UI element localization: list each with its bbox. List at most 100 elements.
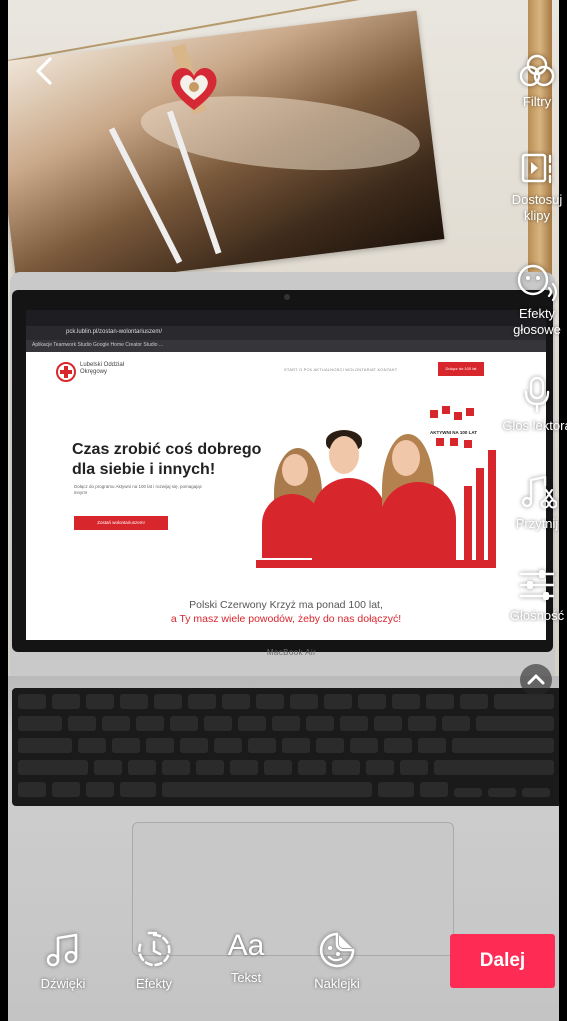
keyboard-key: [434, 760, 554, 775]
pixel-column: [476, 468, 484, 562]
music-note-icon: [46, 933, 78, 967]
microphone-icon: [524, 376, 550, 413]
browser-address-bar: pck.lublin.pl/zostan-wolontariuszem/: [26, 326, 546, 340]
volunteer-shirt: [380, 482, 456, 560]
hero-title: Czas zrobić coś dobrego dla siebie i inn…: [72, 441, 262, 478]
keyboard-key: [18, 716, 62, 731]
keyboard-key: [418, 738, 446, 753]
wooden-pole: [528, 0, 552, 290]
keyboard-key: [378, 782, 414, 797]
browser-url: pck.lublin.pl/zostan-wolontariuszem/: [66, 329, 163, 335]
volunteer-shirt: [312, 478, 386, 560]
keyboard-key: [128, 760, 156, 775]
keyboard-key: [188, 694, 216, 709]
pixel-block: [436, 438, 444, 446]
pixel-block: [454, 412, 462, 420]
trim-button[interactable]: Przytnij: [497, 472, 567, 532]
keyboard-key: [162, 760, 190, 775]
footer-line-2: a Ty masz wiele powodów, żeby do nas doł…: [170, 613, 402, 625]
keyboard-key: [306, 716, 334, 731]
keyboard-key: [146, 738, 174, 753]
keyboard-key: [230, 760, 258, 775]
filters-label: Filtry: [522, 94, 552, 109]
keyboard-key: [112, 738, 140, 753]
keyboard-spacebar: [162, 782, 372, 797]
volunteer-face: [282, 454, 308, 486]
keyboard-key: [222, 694, 250, 709]
volume-button[interactable]: Głośność: [497, 566, 567, 624]
voice-effects-label: Efekty głosowe: [513, 306, 561, 337]
collapse-tools-button[interactable]: [520, 664, 552, 696]
keyboard-key: [238, 716, 266, 731]
red-cross-logo-icon: [56, 362, 76, 382]
site-nav-button: Dołącz do 100 lat: [438, 362, 484, 376]
keyboard-key: [256, 694, 284, 709]
keyboard-key: [460, 694, 488, 709]
keyboard-key: [366, 760, 394, 775]
pixel-block: [450, 438, 458, 446]
next-button[interactable]: Dalej: [450, 934, 555, 988]
keyboard-arrow-key: [522, 788, 550, 797]
browser-bookmarks-bar: Aplikacje Teamwork Studio Google Home Cr…: [26, 340, 546, 352]
keyboard-key: [494, 694, 554, 709]
keyboard-key: [94, 760, 122, 775]
laptop-camera: [284, 294, 290, 300]
keyboard-key: [316, 738, 344, 753]
volume-label: Głośność: [509, 608, 565, 623]
keyboard-key: [68, 716, 96, 731]
keyboard-key: [18, 782, 46, 797]
voiceover-button[interactable]: Głos lektora: [497, 374, 567, 434]
keyboard-key: [264, 760, 292, 775]
keyboard-key: [374, 716, 402, 731]
footer-line-1: Polski Czerwony Krzyż ma ponad 100 lat,: [189, 599, 383, 611]
text-aa-icon: Aa: [227, 929, 265, 962]
laptop-brand-label: MacBook Air: [266, 648, 317, 657]
volume-sliders-icon: [519, 570, 555, 600]
keyboard-key: [476, 716, 554, 731]
keyboard-key: [358, 694, 386, 709]
keyboard-arrow-key: [454, 788, 482, 797]
keyboard-key: [204, 716, 232, 731]
keyboard-key: [120, 694, 148, 709]
keyboard-key: [282, 738, 310, 753]
pixel-block: [442, 406, 450, 414]
text-button[interactable]: Aa Tekst: [214, 926, 278, 986]
hero-button: Zostań wolontariuszem!: [74, 516, 168, 530]
keyboard-key: [52, 694, 80, 709]
keyboard-key: [442, 716, 470, 731]
keyboard-key: [86, 782, 114, 797]
keyboard-key: [120, 782, 156, 797]
keyboard-key: [78, 738, 106, 753]
effects-button[interactable]: Efekty: [122, 930, 186, 992]
keyboard-key: [332, 760, 360, 775]
adjust-clips-button[interactable]: Dostosuj klipy: [497, 150, 567, 224]
chevron-up-icon: [527, 674, 545, 685]
keyboard-key: [350, 738, 378, 753]
volunteer-face: [392, 440, 420, 476]
sounds-label: Dźwięki: [40, 976, 86, 991]
laptop-screen: pck.lublin.pl/zostan-wolontariuszem/ Apl…: [26, 310, 546, 640]
keyboard-key: [214, 738, 242, 753]
pixel-block: [466, 408, 474, 416]
keyboard-key: [52, 782, 80, 797]
site-nav: START O PCK AKTUALNOŚCI WOLONTARIAT KONT…: [284, 367, 398, 372]
back-button[interactable]: [28, 54, 62, 88]
keyboard-key: [18, 760, 88, 775]
keyboard-arrow-key: [488, 788, 516, 797]
stickers-button[interactable]: Naklejki: [302, 930, 372, 992]
editor-screen: pck.lublin.pl/zostan-wolontariuszem/ Apl…: [0, 0, 567, 1021]
keyboard-key: [298, 760, 326, 775]
pixel-column: [488, 450, 496, 562]
photo-bridge-pylon: [108, 127, 183, 264]
browser-tab-bar: [26, 310, 546, 326]
adjust-clips-icon: [521, 153, 552, 184]
volunteer-face: [329, 436, 359, 474]
sounds-button[interactable]: Dźwięki: [28, 930, 98, 992]
voice-effects-icon: [517, 264, 558, 302]
voice-effects-button[interactable]: Efekty głosowe: [497, 262, 567, 338]
keyboard-key: [136, 716, 164, 731]
keyboard-key: [452, 738, 554, 753]
trim-music-icon: [521, 475, 557, 509]
keyboard-key: [290, 694, 318, 709]
filters-button[interactable]: Filtry: [497, 52, 567, 110]
